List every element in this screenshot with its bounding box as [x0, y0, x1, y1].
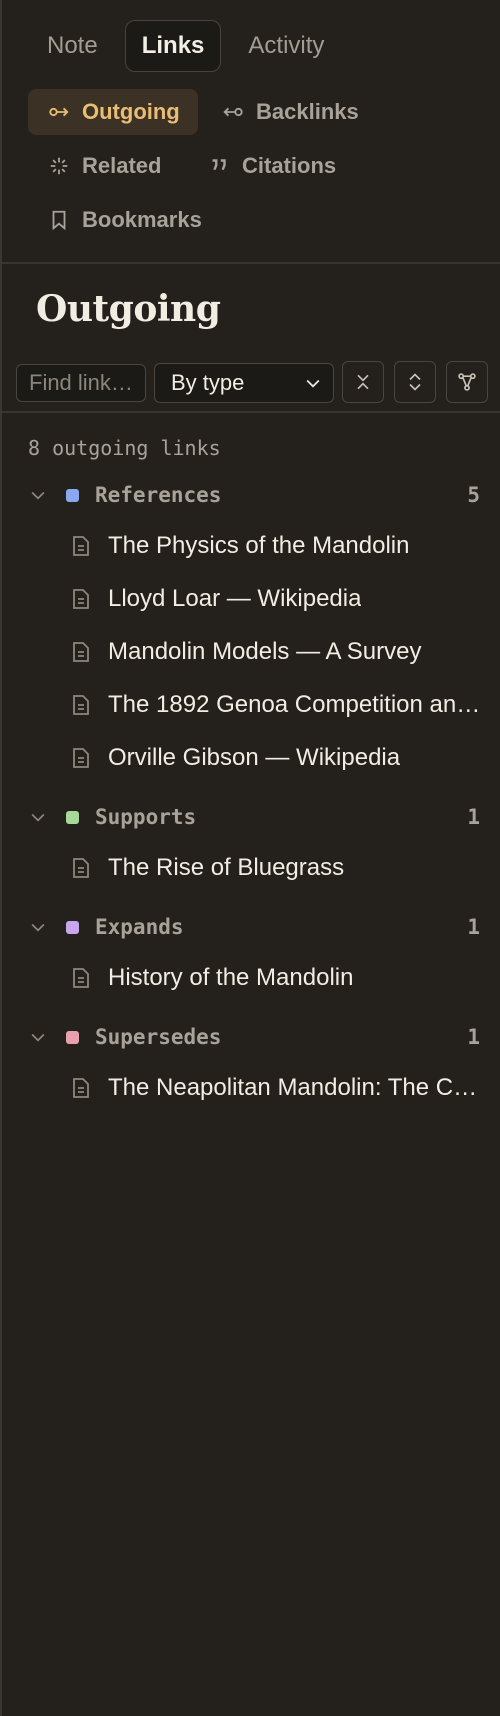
- divider: [2, 411, 500, 413]
- subnav-backlinks[interactable]: Backlinks: [202, 89, 377, 135]
- link-title: History of the Mandolin: [108, 964, 354, 991]
- document-icon: [73, 1078, 89, 1098]
- group-color-swatch: [66, 920, 79, 934]
- link-item[interactable]: Orville Gibson — Wikipedia: [72, 738, 482, 778]
- group-count: 5: [467, 483, 480, 507]
- bookmark-icon: [52, 210, 66, 231]
- subnav-citations-label: Citations: [242, 153, 337, 178]
- subnav-outgoing-label: Outgoing: [82, 99, 180, 124]
- group-name: References: [95, 483, 222, 507]
- group-color-swatch: [66, 810, 79, 824]
- expand-all-button[interactable]: [394, 361, 436, 403]
- links-panel: Note Links Activity Outgoing Backlinks R…: [0, 0, 500, 1716]
- group-color-swatch: [66, 488, 79, 502]
- subnav-backlinks-label: Backlinks: [256, 99, 359, 124]
- outgoing-count: 8 outgoing links: [28, 436, 221, 460]
- outgoing-link-icon: [49, 107, 69, 117]
- link-item[interactable]: The 1892 Genoa Competition and the Rise …: [72, 685, 482, 725]
- link-item[interactable]: Mandolin Models — A Survey: [72, 632, 482, 672]
- link-item[interactable]: Lloyd Loar — Wikipedia: [72, 579, 482, 619]
- document-icon: [73, 536, 89, 556]
- subnav-related-label: Related: [82, 153, 162, 178]
- chevron-down-icon: [31, 491, 45, 500]
- sparkle-icon: [50, 157, 68, 175]
- link-item[interactable]: The Physics of the Mandolin: [72, 526, 482, 566]
- link-title: The Rise of Bluegrass: [108, 854, 345, 881]
- link-title: Lloyd Loar — Wikipedia: [108, 585, 362, 612]
- tab-activity[interactable]: Activity: [231, 20, 341, 72]
- group-header-supersedes[interactable]: Supersedes 1: [28, 1020, 480, 1054]
- group-color-swatch: [66, 1030, 79, 1044]
- backlink-icon: [223, 107, 243, 117]
- link-item[interactable]: The Neapolitan Mandolin: The Classical I…: [72, 1068, 482, 1108]
- group-header-supports[interactable]: Supports 1: [28, 800, 480, 834]
- group-header-expands[interactable]: Expands 1: [28, 910, 480, 944]
- chevron-down-icon: [31, 813, 45, 822]
- tab-note[interactable]: Note: [30, 20, 115, 72]
- tab-links[interactable]: Links: [124, 20, 222, 72]
- find-link-input[interactable]: [16, 364, 146, 402]
- link-title: The Neapolitan Mandolin: The Classical I…: [108, 1074, 482, 1101]
- group-count: 1: [467, 1025, 480, 1049]
- document-icon: [73, 642, 89, 662]
- group-name: Expands: [95, 915, 184, 939]
- subnav-citations[interactable]: Citations: [188, 143, 354, 189]
- group-by-value: By type: [171, 370, 245, 395]
- group-header-references[interactable]: References 5: [28, 478, 480, 512]
- group-count: 1: [467, 915, 480, 939]
- expand-icon: [409, 373, 421, 391]
- chevron-down-icon: [31, 923, 45, 932]
- link-title: Orville Gibson — Wikipedia: [108, 744, 401, 771]
- group-by-select[interactable]: By type: [154, 363, 334, 403]
- subnav-bookmarks-label: Bookmarks: [82, 207, 202, 232]
- section-heading: Outgoing: [36, 288, 221, 330]
- group-name: Supports: [95, 805, 197, 829]
- divider: [2, 262, 500, 264]
- document-icon: [73, 589, 89, 609]
- subnav-bookmarks[interactable]: Bookmarks: [28, 197, 220, 243]
- link-title: The Physics of the Mandolin: [108, 532, 410, 559]
- graph-view-button[interactable]: [446, 361, 488, 403]
- link-item[interactable]: History of the Mandolin: [72, 958, 482, 998]
- document-icon: [73, 748, 89, 768]
- chevron-down-icon: [306, 379, 320, 388]
- collapse-all-button[interactable]: [342, 361, 384, 403]
- subnav-outgoing[interactable]: Outgoing: [28, 89, 198, 135]
- document-icon: [73, 858, 89, 878]
- chevron-down-icon: [31, 1033, 45, 1042]
- collapse-icon: [357, 374, 369, 390]
- document-icon: [73, 968, 89, 988]
- subnav-related[interactable]: Related: [28, 143, 179, 189]
- link-title: The 1892 Genoa Competition and the Rise …: [108, 691, 482, 718]
- link-item[interactable]: The Rise of Bluegrass: [72, 848, 482, 888]
- panel-tabs: Note Links Activity: [30, 20, 341, 72]
- graph-icon: [458, 373, 476, 391]
- link-title: Mandolin Models — A Survey: [108, 638, 422, 665]
- quote-icon: [212, 159, 226, 171]
- group-count: 1: [467, 805, 480, 829]
- group-name: Supersedes: [95, 1025, 222, 1049]
- document-icon: [73, 695, 89, 715]
